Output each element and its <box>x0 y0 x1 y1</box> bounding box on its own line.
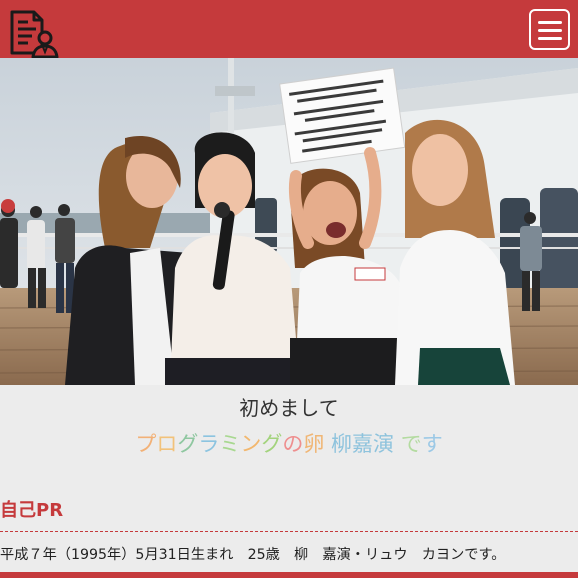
hamburger-menu-icon[interactable] <box>529 9 570 50</box>
tagline-char: す <box>421 432 443 456</box>
footer-bar <box>0 572 578 578</box>
tagline-char: グ <box>177 432 199 456</box>
section-divider <box>0 531 578 532</box>
tagline: プログラミングの卵 柳嘉演 です <box>0 428 578 458</box>
self-pr-text: 平成７年（1995年）5月31日生まれ 25歳 柳 嘉演・リュウ カヨンです。 <box>0 547 506 563</box>
resume-document-person-icon[interactable] <box>8 9 60 59</box>
tagline-char: 卵 <box>303 432 325 456</box>
tagline-char: プ <box>135 432 157 456</box>
tagline-char: 嘉 <box>352 432 373 456</box>
tagline-char <box>394 432 401 456</box>
tagline-char: ン <box>240 432 262 456</box>
site-header <box>0 0 578 59</box>
tagline-char: ラ <box>198 432 220 456</box>
tagline-char: 柳 <box>331 432 352 456</box>
hero-slider[interactable] <box>0 58 578 385</box>
tagline-char: の <box>282 432 304 456</box>
tagline-char <box>324 432 331 456</box>
self-pr-heading: 自己PR <box>0 500 64 521</box>
greeting-text: 初めまして <box>239 396 339 420</box>
tagline-char: 演 <box>373 432 394 456</box>
tagline-char: グ <box>261 432 283 456</box>
tagline-char: で <box>400 432 422 456</box>
tagline-char: ロ <box>156 432 178 456</box>
photo-four-women-on-ship-deck <box>0 58 578 385</box>
tagline-char: ミ <box>219 432 241 456</box>
